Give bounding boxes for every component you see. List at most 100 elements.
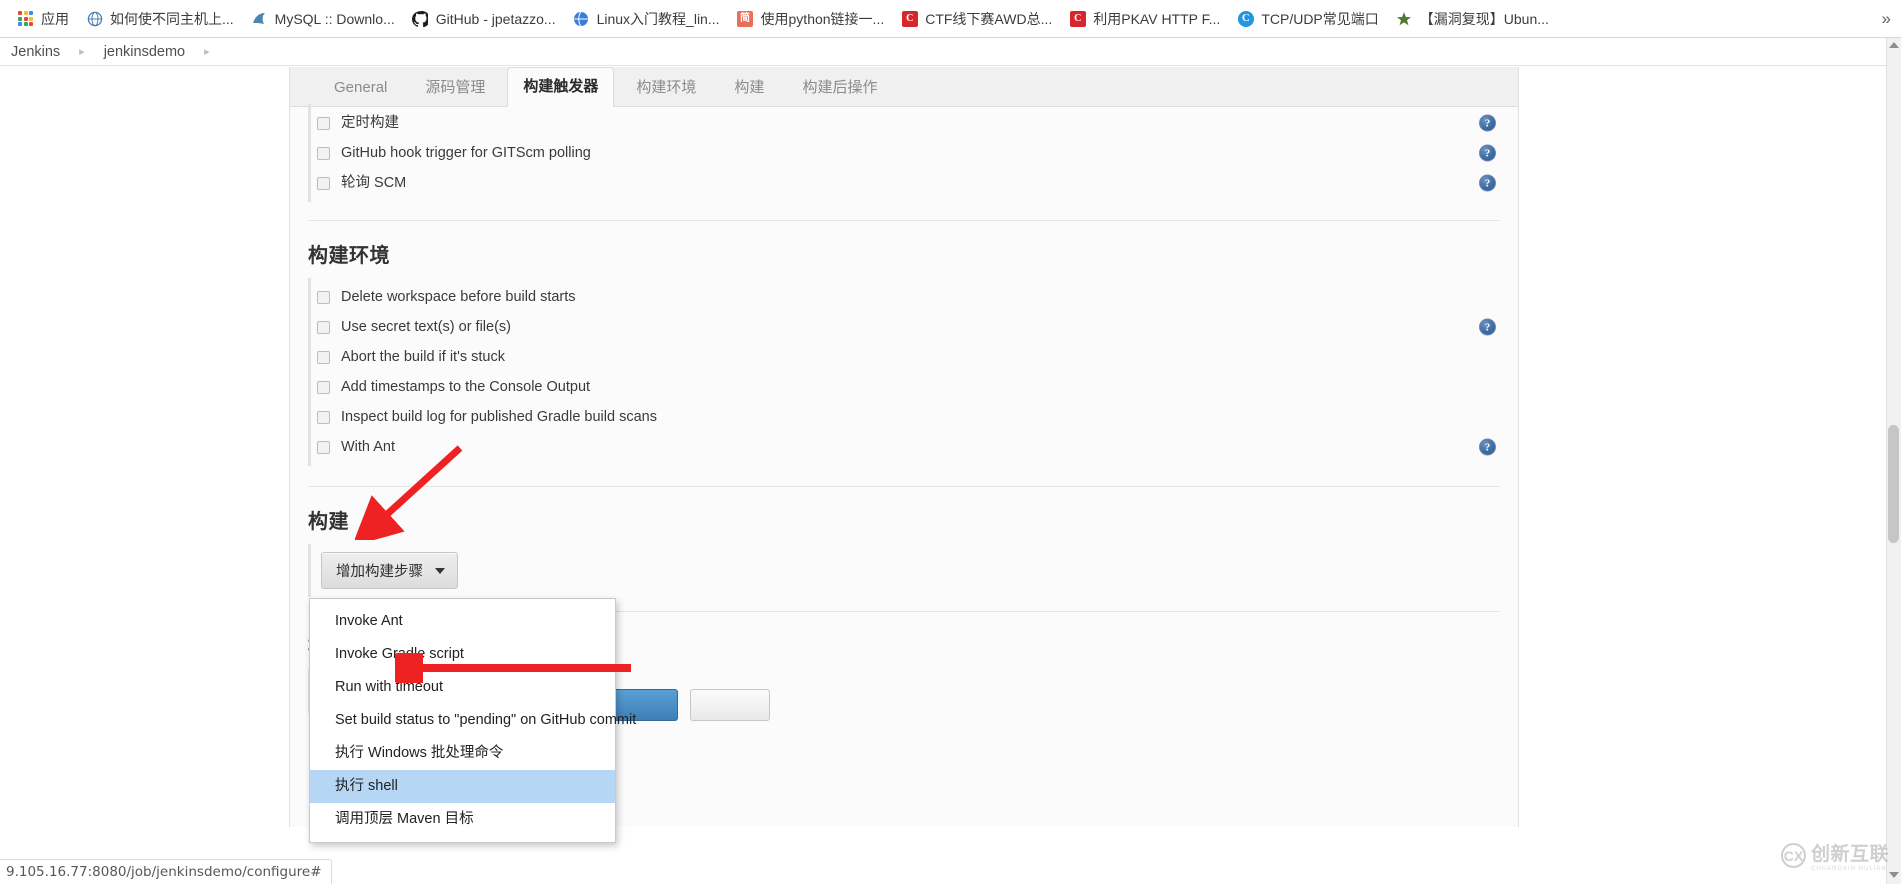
bookmark-item[interactable]: MySQL :: Downlo... [244, 6, 402, 32]
env-option-row[interactable]: Use secret text(s) or file(s) ? [311, 312, 1518, 342]
tab-general[interactable]: General [318, 68, 403, 107]
section-title-build-environment: 构建环境 [308, 245, 390, 267]
env-option-row[interactable]: Add timestamps to the Console Output [311, 372, 1518, 402]
trigger-checkbox-github-hook[interactable] [317, 146, 330, 160]
trigger-option-row[interactable]: 轮询 SCM ? [311, 168, 1518, 198]
env-option-row[interactable]: Inspect build log for published Gradle b… [311, 402, 1518, 432]
menu-item-invoke-ant[interactable]: Invoke Ant [310, 605, 615, 638]
tab-build[interactable]: 构建 [718, 68, 780, 107]
env-label[interactable]: Inspect build log for published Gradle b… [341, 407, 657, 427]
section-divider [308, 486, 1500, 487]
bookmark-item[interactable]: C CTF线下赛AWD总... [894, 6, 1059, 32]
watermark-text: 创新互联 [1810, 844, 1889, 865]
menu-item-invoke-maven[interactable]: 调用顶层 Maven 目标 [310, 803, 615, 836]
link-status-bar: 9.105.16.77:8080/job/jenkinsdemo/configu… [0, 859, 332, 884]
scroll-up-arrow-icon[interactable] [1889, 42, 1899, 48]
bookmark-label: 使用python链接一... [760, 10, 885, 27]
watermark-logo-icon: CX [1780, 843, 1806, 868]
breadcrumb: Jenkins ▸ jenkinsdemo ▸ [0, 38, 1901, 66]
main-content: General 源码管理 构建触发器 构建环境 构建 构建后操作 定时构建 ? [0, 67, 1901, 844]
env-checkbox-with-ant[interactable] [317, 440, 330, 454]
bookmark-label: Linux入门教程_lin... [596, 10, 720, 27]
env-label[interactable]: Delete workspace before build starts [341, 287, 576, 307]
breadcrumb-item-jenkinsdemo[interactable]: jenkinsdemo [101, 44, 188, 60]
bookmark-label: 应用 [41, 10, 69, 27]
trigger-checkbox-scheduled[interactable] [317, 116, 330, 130]
csdn-icon: C [901, 10, 918, 27]
section-divider [308, 220, 1500, 221]
watermark: CX 创新互联 CHUANGXIN HULIAN [1780, 839, 1889, 872]
env-checkbox-gradle-scans[interactable] [317, 410, 330, 424]
status-url-text: 9.105.16.77:8080/job/jenkinsdemo/configu… [6, 864, 322, 880]
bookmark-label: 利用PKAV HTTP F... [1093, 10, 1221, 27]
bookmark-item[interactable]: 【漏洞复现】Ubun... [1389, 6, 1556, 32]
bookmark-label: MySQL :: Downlo... [274, 10, 395, 27]
build-triggers-options: 定时构建 ? GitHub hook trigger for GITScm po… [308, 104, 1518, 202]
env-checkbox-abort-stuck[interactable] [317, 350, 330, 364]
chevron-down-icon [435, 567, 445, 574]
chevron-right-icon: ▸ [79, 46, 85, 58]
bookmark-apps[interactable]: 应用 [10, 6, 76, 32]
help-icon[interactable]: ? [1479, 114, 1496, 132]
apps-grid-icon [17, 10, 34, 27]
apply-button[interactable] [690, 689, 770, 721]
bookmark-label: CTF线下赛AWD总... [925, 10, 1053, 27]
menu-item-set-build-status[interactable]: Set build status to "pending" on GitHub … [310, 704, 636, 737]
help-icon[interactable]: ? [1479, 174, 1496, 192]
bookmark-item[interactable]: GitHub - jpetazzo... [405, 6, 563, 32]
breadcrumb-item-jenkins[interactable]: Jenkins [8, 44, 63, 60]
chevron-right-icon: ▸ [204, 46, 210, 58]
jianshu-icon: 简 [737, 10, 754, 27]
help-icon[interactable]: ? [1479, 144, 1496, 162]
trigger-checkbox-poll-scm[interactable] [317, 176, 330, 190]
trigger-label[interactable]: 轮询 SCM [341, 173, 406, 193]
env-label[interactable]: With Ant [341, 437, 395, 457]
tab-build-triggers[interactable]: 构建触发器 [507, 67, 615, 107]
env-label[interactable]: Add timestamps to the Console Output [341, 377, 590, 397]
env-checkbox-delete-workspace[interactable] [317, 290, 330, 304]
env-option-row[interactable]: Abort the build if it's stuck [311, 342, 1518, 372]
trigger-label[interactable]: 定时构建 [341, 113, 399, 133]
env-checkbox-timestamps[interactable] [317, 380, 330, 394]
scroll-down-arrow-icon[interactable] [1889, 872, 1899, 878]
menu-item-execute-shell[interactable]: 执行 shell [310, 770, 615, 804]
cnblogs-icon: C [1237, 10, 1254, 27]
browser-window: 应用 如何使不同主机上... MySQL :: Downlo... GitHub… [0, 0, 1901, 884]
bookmark-item[interactable]: C 利用PKAV HTTP F... [1062, 6, 1227, 32]
trigger-label[interactable]: GitHub hook trigger for GITScm polling [341, 143, 591, 163]
bookmarks-overflow-button[interactable]: » [1882, 9, 1891, 29]
bookmark-label: TCP/UDP常见端口 [1261, 10, 1379, 27]
menu-item-run-with-timeout[interactable]: Run with timeout [310, 671, 615, 704]
add-build-step-label: 增加构建步骤 [336, 564, 423, 580]
env-label[interactable]: Use secret text(s) or file(s) [341, 317, 511, 337]
scrollbar-thumb[interactable] [1888, 425, 1899, 543]
env-label[interactable]: Abort the build if it's stuck [341, 347, 505, 367]
github-icon [412, 10, 429, 27]
env-option-row[interactable]: With Ant ? [311, 432, 1518, 462]
tab-post-build[interactable]: 构建后操作 [786, 68, 893, 107]
tab-scm[interactable]: 源码管理 [409, 68, 501, 107]
bookmark-label: 【漏洞复现】Ubun... [1419, 10, 1549, 27]
bookmark-item[interactable]: C TCP/UDP常见端口 [1230, 6, 1385, 32]
globe-icon [573, 10, 590, 27]
env-option-row[interactable]: Delete workspace before build starts [311, 282, 1518, 312]
help-icon[interactable]: ? [1479, 438, 1496, 456]
add-build-step-menu: Invoke Ant Invoke Gradle script Run with… [309, 598, 636, 844]
menu-item-invoke-gradle[interactable]: Invoke Gradle script [310, 638, 615, 671]
globe-icon [86, 10, 103, 27]
help-icon[interactable]: ? [1479, 318, 1496, 336]
csdn-icon: C [1069, 10, 1086, 27]
bookmark-item[interactable]: Linux入门教程_lin... [566, 6, 727, 32]
trigger-option-row[interactable]: GitHub hook trigger for GITScm polling ? [311, 138, 1518, 168]
bookmarks-bar: 应用 如何使不同主机上... MySQL :: Downlo... GitHub… [0, 0, 1901, 38]
bookmark-label: 如何使不同主机上... [110, 10, 234, 27]
trigger-option-row[interactable]: 定时构建 ? [311, 108, 1518, 138]
star-icon [1396, 10, 1413, 27]
bookmark-item[interactable]: 简 使用python链接一... [730, 6, 892, 32]
bookmark-item[interactable]: 如何使不同主机上... [79, 6, 241, 32]
mysql-dolphin-icon [251, 10, 268, 27]
add-build-step-button[interactable]: 增加构建步骤 [321, 552, 458, 589]
tab-build-env[interactable]: 构建环境 [620, 68, 712, 107]
env-checkbox-use-secret[interactable] [317, 320, 330, 334]
menu-item-windows-batch[interactable]: 执行 Windows 批处理命令 [310, 737, 615, 770]
